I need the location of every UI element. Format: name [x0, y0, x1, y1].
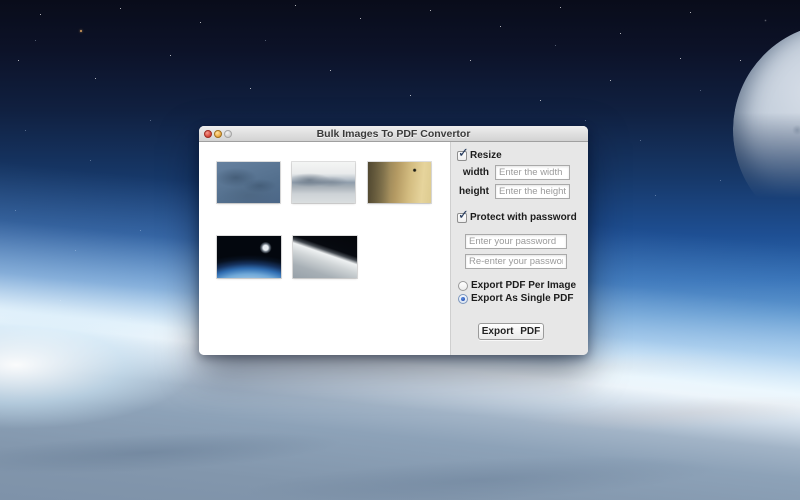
protect-password-checkbox[interactable]: ✓: [457, 213, 467, 223]
export-per-image-label: Export PDF Per Image: [471, 280, 576, 291]
width-label: width: [459, 167, 489, 178]
checkmark-icon: ✓: [458, 207, 469, 223]
traffic-lights: [204, 130, 232, 138]
resize-checkbox[interactable]: ✓: [457, 151, 467, 161]
image-thumbnail-world-map[interactable]: [217, 162, 280, 203]
confirm-password-input[interactable]: [465, 254, 567, 269]
zoom-button[interactable]: [224, 130, 232, 138]
password-input[interactable]: [465, 234, 567, 249]
window-title: Bulk Images To PDF Convertor: [239, 126, 548, 142]
export-per-image-radio[interactable]: [458, 281, 468, 291]
close-button[interactable]: [204, 130, 212, 138]
export-single-pdf-radio[interactable]: [458, 294, 468, 304]
protect-password-label: Protect with password: [470, 212, 577, 223]
height-label: height: [459, 186, 489, 197]
image-thumbnail-misty-lake[interactable]: [292, 162, 355, 203]
image-thumbnail-earth-moon[interactable]: [217, 236, 281, 278]
radio-dot-icon: [461, 297, 465, 301]
image-thumbnail-golden-cliff[interactable]: [368, 162, 431, 203]
export-single-pdf-label: Export As Single PDF: [471, 293, 573, 304]
resize-label: Resize: [470, 150, 502, 161]
options-panel: ✓ Resize width height ✓ Protect with pas…: [450, 142, 588, 355]
app-window: Bulk Images To PDF Convertor ✓ Resize wi…: [199, 126, 588, 355]
checkmark-icon: ✓: [458, 145, 469, 161]
height-input[interactable]: [495, 184, 570, 199]
export-pdf-button[interactable]: Export PDF: [478, 323, 544, 340]
minimize-button[interactable]: [214, 130, 222, 138]
desktop-wallpaper: Bulk Images To PDF Convertor ✓ Resize wi…: [0, 0, 800, 500]
image-thumbnail-earth-horizon[interactable]: [293, 236, 357, 278]
titlebar[interactable]: Bulk Images To PDF Convertor: [199, 126, 588, 142]
width-input[interactable]: [495, 165, 570, 180]
